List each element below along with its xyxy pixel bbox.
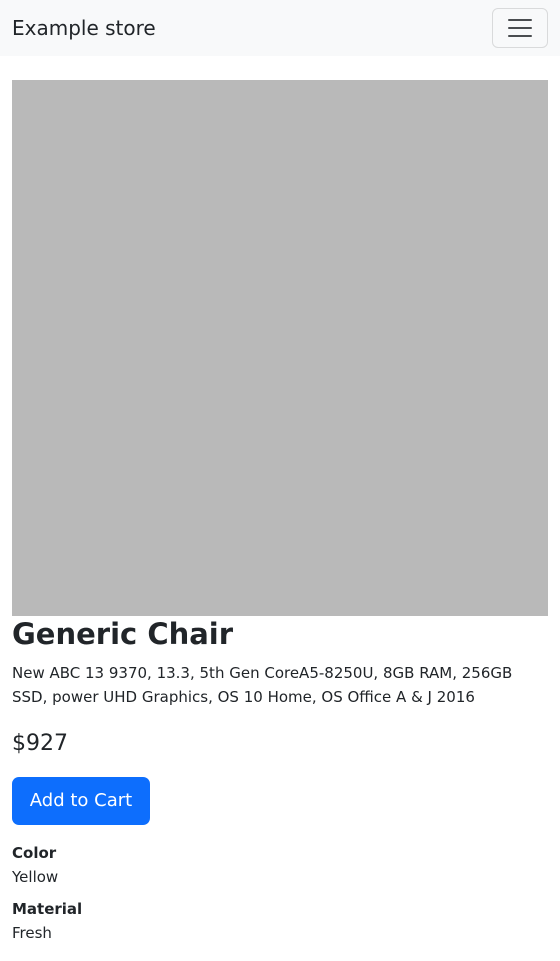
attribute-value: Fresh [12, 924, 52, 942]
attribute-color: Color Yellow [12, 841, 548, 889]
product-price: $927 [12, 731, 68, 756]
product-description: New ABC 13 9370, 13.3, 5th Gen CoreA5-82… [12, 664, 513, 706]
attribute-material: Material Fresh [12, 897, 548, 945]
product-title: Generic Chair [12, 617, 234, 651]
brand-link[interactable]: Example store [12, 14, 156, 42]
hamburger-menu-icon [508, 19, 532, 37]
navbar: Example store [0, 0, 560, 56]
attribute-value: Yellow [12, 868, 59, 886]
navbar-toggler-button[interactable] [492, 8, 548, 48]
attribute-label: Color [12, 844, 57, 862]
add-to-cart-button[interactable]: Add to Cart [12, 777, 150, 825]
product-image [12, 80, 548, 616]
attribute-label: Material [12, 900, 83, 918]
